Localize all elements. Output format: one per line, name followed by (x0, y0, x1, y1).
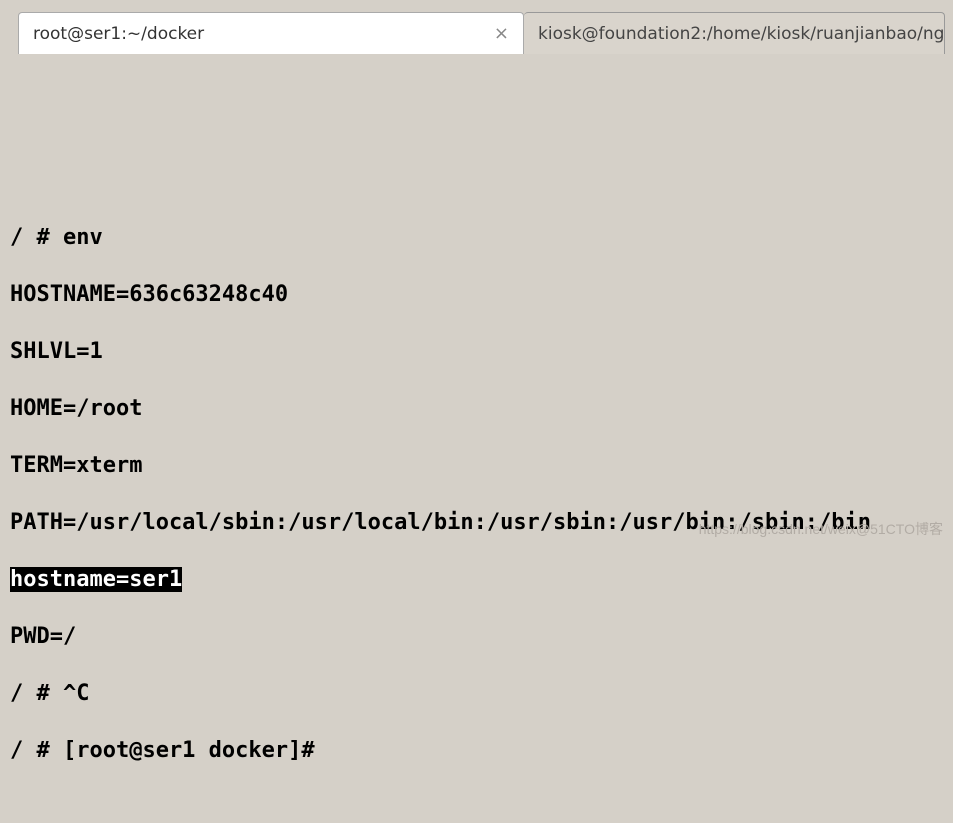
terminal-line: HOSTNAME=636c63248c40 (10, 281, 949, 310)
terminal-line: / # ^C (10, 680, 949, 709)
highlighted-text: hostname=ser1 (10, 567, 182, 592)
terminal-line: TERM=xterm (10, 452, 949, 481)
tab-active[interactable]: root@ser1:~/docker × (18, 12, 524, 54)
tab-active-title: root@ser1:~/docker (33, 24, 204, 44)
terminal-blank-area (10, 91, 949, 196)
tab-inactive[interactable]: kiosk@foundation2:/home/kiosk/ruanjianba… (524, 12, 945, 54)
terminal-line: PWD=/ (10, 623, 949, 652)
terminal-line: / # [root@ser1 docker]# (10, 737, 949, 766)
terminal-line-highlighted: hostname=ser1 (10, 566, 949, 595)
terminal-output[interactable]: / # env HOSTNAME=636c63248c40 SHLVL=1 HO… (0, 54, 953, 549)
terminal-line: / # env (10, 224, 949, 253)
close-icon[interactable]: × (490, 23, 513, 44)
terminal-line: HOME=/root (10, 395, 949, 424)
tab-bar: root@ser1:~/docker × kiosk@foundation2:/… (0, 0, 953, 54)
tab-inactive-title: kiosk@foundation2:/home/kiosk/ruanjianba… (538, 24, 945, 44)
terminal-line: SHLVL=1 (10, 338, 949, 367)
watermark: https://blog.csdn.net/weix@51CTO博客 (699, 515, 943, 544)
